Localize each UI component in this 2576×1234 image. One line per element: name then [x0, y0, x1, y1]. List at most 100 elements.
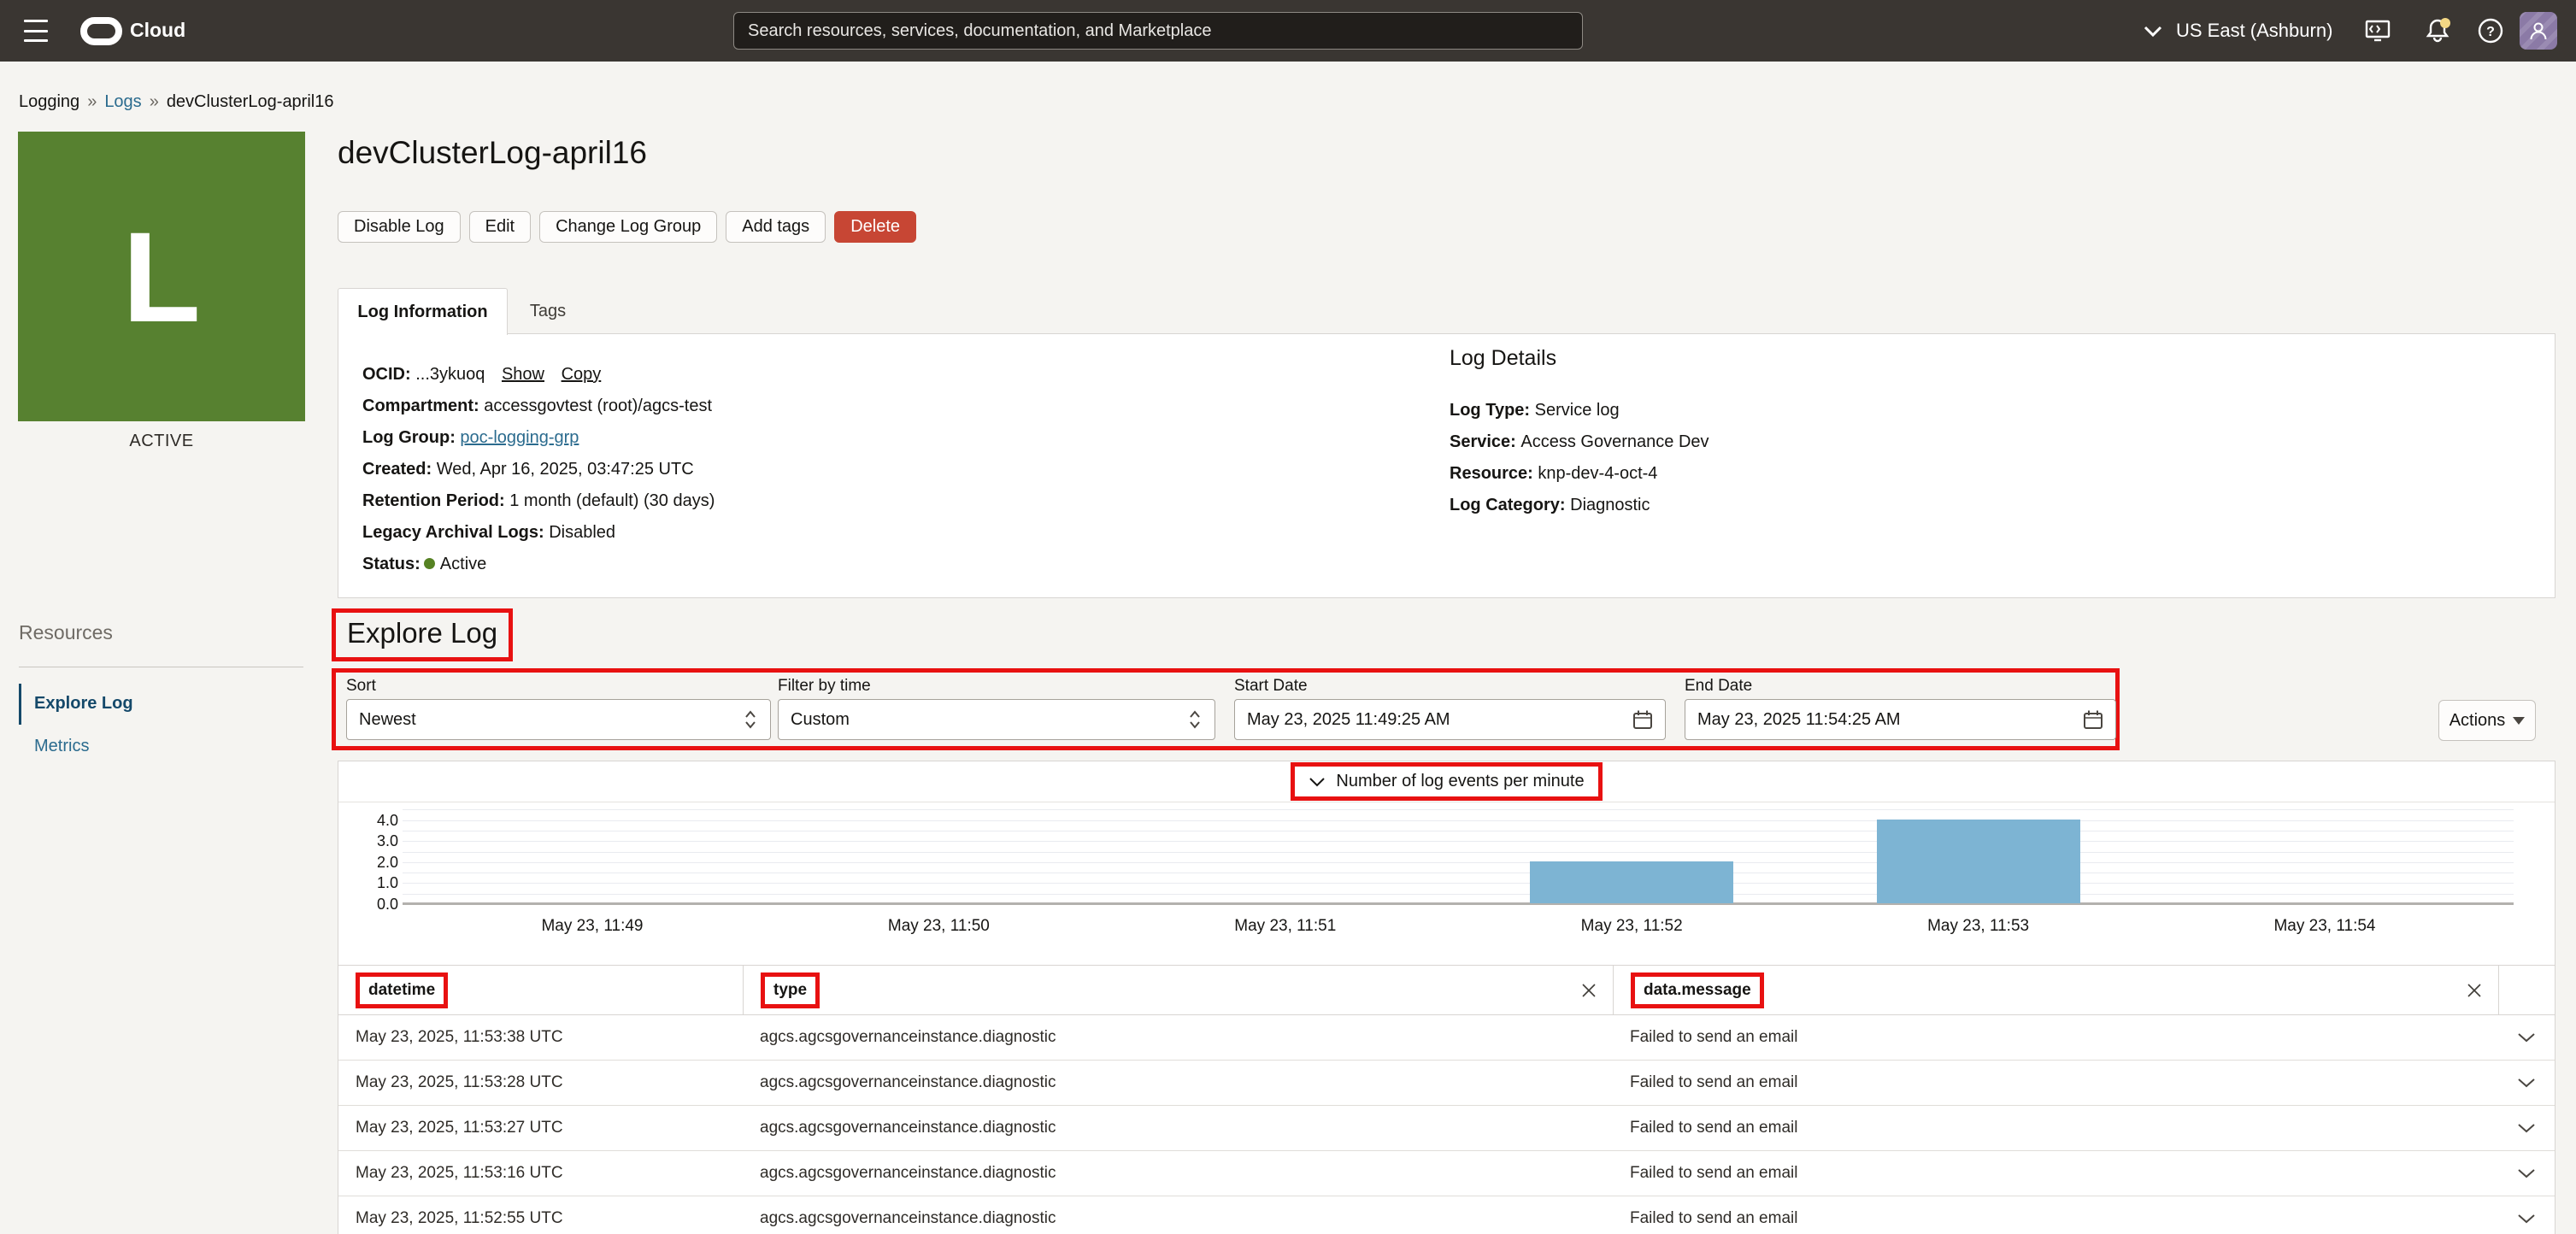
chart-gridline — [403, 809, 2514, 810]
x-tick-label: May 23, 11:54 — [2231, 917, 2419, 936]
y-tick-label: 1.0 — [356, 874, 398, 892]
sort-select[interactable]: Newest — [346, 699, 771, 740]
sidebar-item-metrics[interactable]: Metrics — [34, 737, 89, 756]
end-date-input[interactable]: May 23, 2025 11:54:25 AM — [1685, 699, 2116, 740]
remove-column-icon[interactable] — [1580, 982, 1597, 999]
global-search-input[interactable] — [733, 12, 1583, 50]
y-tick-label: 2.0 — [356, 854, 398, 872]
column-header-expand — [2498, 966, 2555, 1014]
edit-button[interactable]: Edit — [469, 211, 531, 243]
table-row[interactable]: May 23, 2025, 11:52:55 UTCagcs.agcsgover… — [338, 1196, 2555, 1234]
table-cell: Failed to send an email — [1613, 1015, 2498, 1060]
log-events-chart: 0.01.02.03.04.0 May 23, 11:49May 23, 11:… — [338, 802, 2555, 964]
table-row[interactable]: May 23, 2025, 11:53:16 UTCagcs.agcsgover… — [338, 1151, 2555, 1196]
explore-log-heading: Explore Log — [332, 608, 513, 661]
log-details-heading: Log Details — [1450, 346, 1556, 371]
chart-bar[interactable] — [1530, 861, 1733, 903]
ocid-row: OCID: ...3ykuoq Show Copy — [362, 364, 601, 385]
column-header-data.message: data.message — [1613, 966, 2498, 1014]
column-header-datetime: datetime — [338, 966, 743, 1014]
column-header-type: type — [743, 966, 1613, 1014]
x-tick-label: May 23, 11:53 — [1885, 917, 2073, 936]
breadcrumb-logs-link[interactable]: Logs — [104, 92, 141, 112]
region-selector[interactable]: US East (Ashburn) — [2144, 0, 2332, 62]
table-cell: Failed to send an email — [1613, 1196, 2498, 1234]
table-cell: May 23, 2025, 11:53:16 UTC — [338, 1151, 743, 1196]
chart-bar[interactable] — [1877, 820, 2080, 903]
help-icon[interactable]: ? — [2477, 0, 2504, 62]
log-information-panel: OCID: ...3ykuoq Show Copy Compartment: a… — [338, 333, 2555, 598]
resource-row: Resource: knp-dev-4-oct-4 — [1450, 463, 1657, 484]
sidebar-item-explore-log[interactable]: Explore Log — [34, 694, 133, 714]
delete-button[interactable]: Delete — [834, 211, 916, 243]
y-tick-label: 4.0 — [356, 812, 398, 830]
notifications-bell-icon[interactable] — [2424, 0, 2453, 62]
table-header-row: datetime type data.message — [338, 965, 2555, 1015]
table-row[interactable]: May 23, 2025, 11:53:27 UTCagcs.agcsgover… — [338, 1106, 2555, 1151]
ocid-show-link[interactable]: Show — [502, 365, 544, 384]
table-cell: May 23, 2025, 11:53:28 UTC — [338, 1061, 743, 1105]
chart-gridline — [403, 862, 2514, 863]
cloud-shell-icon[interactable] — [2364, 0, 2391, 62]
table-row[interactable]: May 23, 2025, 11:53:28 UTCagcs.agcsgover… — [338, 1061, 2555, 1106]
chart-gridline — [403, 852, 2514, 853]
expand-row-chevron-icon[interactable] — [2498, 1106, 2555, 1150]
expand-row-chevron-icon[interactable] — [2498, 1196, 2555, 1234]
y-tick-label: 3.0 — [356, 832, 398, 850]
breadcrumb-current: devClusterLog-april16 — [167, 92, 334, 112]
log-group-link[interactable]: poc-logging-grp — [460, 428, 579, 447]
explore-log-panel: Number of log events per minute 0.01.02.… — [338, 761, 2555, 1234]
expand-row-chevron-icon[interactable] — [2498, 1015, 2555, 1060]
retention-row: Retention Period: 1 month (default) (30 … — [362, 491, 715, 511]
table-cell: agcs.agcsgovernanceinstance.diagnostic — [743, 1196, 1613, 1234]
updown-chevrons-icon — [743, 709, 758, 730]
brand-label: Cloud — [130, 19, 185, 42]
chart-baseline — [403, 902, 2514, 905]
table-cell: agcs.agcsgovernanceinstance.diagnostic — [743, 1151, 1613, 1196]
actions-dropdown-button[interactable]: Actions — [2438, 700, 2536, 741]
chart-gridline — [403, 841, 2514, 842]
disable-log-button[interactable]: Disable Log — [338, 211, 461, 243]
chart-title-toggle[interactable]: Number of log events per minute — [1291, 762, 1602, 801]
expand-row-chevron-icon[interactable] — [2498, 1151, 2555, 1196]
breadcrumb-logging[interactable]: Logging — [19, 92, 79, 112]
ocid-copy-link[interactable]: Copy — [562, 365, 602, 384]
caret-down-icon — [2513, 717, 2525, 725]
expand-row-chevron-icon[interactable] — [2498, 1061, 2555, 1105]
person-icon — [2527, 20, 2550, 42]
tab-tags[interactable]: Tags — [506, 288, 590, 334]
breadcrumb: Logging » Logs » devClusterLog-april16 — [19, 92, 333, 112]
chevron-down-icon — [2144, 26, 2162, 37]
tab-log-information[interactable]: Log Information — [338, 288, 508, 335]
entity-status-label: ACTIVE — [18, 432, 305, 451]
hamburger-menu-icon[interactable] — [24, 20, 48, 42]
action-buttons-row: Disable Log Edit Change Log Group Add ta… — [338, 211, 916, 243]
resources-heading: Resources — [19, 621, 113, 644]
filter-by-time-select[interactable]: Custom — [778, 699, 1215, 740]
status-dot-green — [424, 558, 435, 569]
table-cell: May 23, 2025, 11:53:27 UTC — [338, 1106, 743, 1150]
calendar-icon — [1632, 709, 1653, 730]
user-avatar[interactable] — [2520, 12, 2557, 50]
chart-gridline — [403, 883, 2514, 884]
table-row[interactable]: May 23, 2025, 11:53:38 UTCagcs.agcsgover… — [338, 1015, 2555, 1061]
start-date-input[interactable]: May 23, 2025 11:49:25 AM — [1234, 699, 1666, 740]
column-label: datetime — [356, 973, 448, 1008]
log-type-row: Log Type: Service log — [1450, 400, 1620, 420]
table-cell: agcs.agcsgovernanceinstance.diagnostic — [743, 1015, 1613, 1060]
log-group-row: Log Group: poc-logging-grp — [362, 427, 579, 448]
svg-text:?: ? — [2486, 25, 2495, 39]
add-tags-button[interactable]: Add tags — [726, 211, 826, 243]
table-cell: agcs.agcsgovernanceinstance.diagnostic — [743, 1106, 1613, 1150]
remove-column-icon[interactable] — [2466, 982, 2483, 999]
x-tick-label: May 23, 11:49 — [498, 917, 686, 936]
column-label: data.message — [1631, 973, 1764, 1008]
log-entity-icon: L — [18, 132, 305, 421]
column-label: type — [761, 973, 820, 1008]
table-cell: agcs.agcsgovernanceinstance.diagnostic — [743, 1061, 1613, 1105]
x-tick-label: May 23, 11:50 — [844, 917, 1032, 936]
table-cell: Failed to send an email — [1613, 1061, 2498, 1105]
active-nav-indicator — [19, 684, 21, 725]
change-log-group-button[interactable]: Change Log Group — [539, 211, 717, 243]
region-label: US East (Ashburn) — [2176, 20, 2332, 42]
